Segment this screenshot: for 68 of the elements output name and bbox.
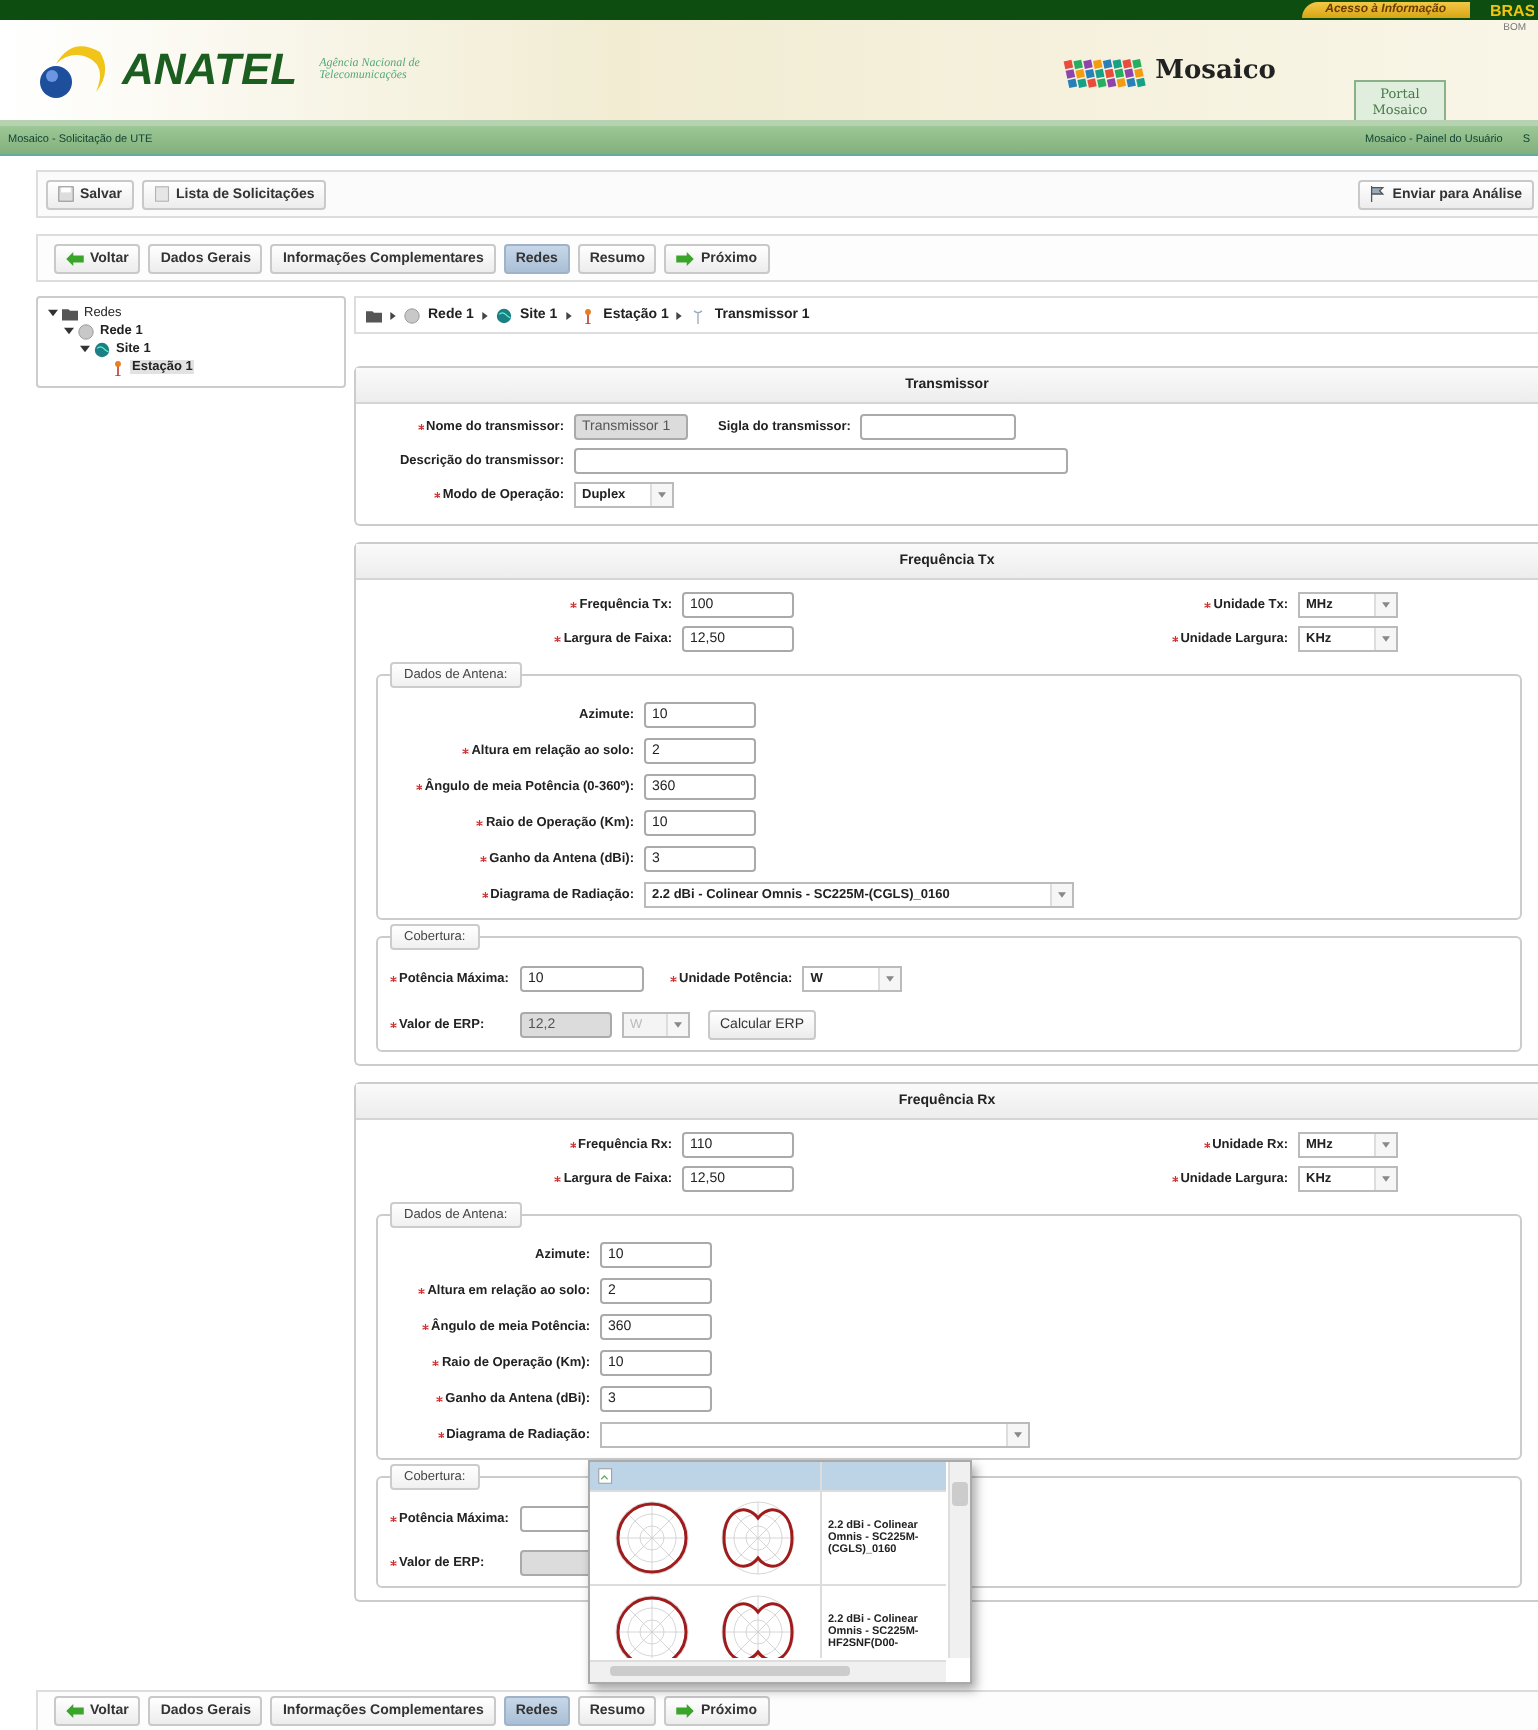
required-icon (390, 1021, 397, 1029)
right-arrow-icon (676, 1704, 695, 1718)
chevron-icon (481, 311, 488, 319)
caret-icon (1382, 1176, 1390, 1182)
required-icon (554, 1175, 562, 1183)
country-label: BRAS (1490, 1, 1534, 19)
required-icon (415, 783, 423, 791)
required-icon (422, 1323, 430, 1331)
required-icon (437, 1431, 445, 1439)
folder-icon (366, 307, 382, 323)
caret-icon (658, 492, 666, 498)
transmitter-icon (690, 307, 707, 323)
globe-icon (495, 307, 512, 323)
globe-icon (404, 307, 420, 323)
polar-plot-drawing (718, 1498, 799, 1578)
polar-plot-drawing (611, 1498, 692, 1578)
required-icon (1203, 1141, 1211, 1149)
required-icon (481, 891, 489, 899)
document-icon (154, 186, 171, 202)
required-icon (476, 819, 484, 827)
broken-image-icon (598, 1468, 614, 1484)
vertical-scrollbar[interactable] (948, 1462, 970, 1658)
required-icon (569, 1141, 577, 1149)
expand-arrow-icon[interactable] (48, 308, 58, 318)
caret-icon (1014, 1432, 1022, 1438)
select-field[interactable] (600, 1422, 1030, 1448)
required-icon (1171, 1175, 1179, 1183)
chevron-icon (565, 311, 572, 319)
caret-icon (1058, 892, 1066, 898)
expand-arrow-icon[interactable] (64, 326, 74, 336)
required-icon (554, 635, 562, 643)
caret-icon (886, 976, 895, 982)
antenna-icon (579, 307, 596, 323)
right-arrow-icon (676, 251, 695, 265)
polar-plot-drawing (611, 1592, 692, 1658)
caret-icon (1382, 1142, 1390, 1148)
required-icon (1204, 601, 1212, 609)
text-field[interactable] (574, 448, 1068, 474)
polar-plot-drawing (718, 1592, 799, 1658)
required-icon (433, 491, 441, 499)
chevron-icon (676, 311, 683, 319)
required-icon (436, 1395, 444, 1403)
required-icon (390, 1559, 397, 1567)
app-title: Mosaico (1155, 55, 1276, 85)
floppy-icon (58, 186, 74, 202)
required-icon (670, 975, 677, 983)
required-icon (418, 1287, 426, 1295)
antenna-icon (110, 359, 126, 375)
required-icon (432, 1359, 440, 1367)
caret-icon (674, 1022, 682, 1028)
required-icon (390, 975, 397, 983)
required-icon (1171, 635, 1179, 643)
caret-icon (1382, 602, 1390, 608)
required-icon (570, 601, 578, 609)
required-icon (462, 747, 470, 755)
chevron-icon (390, 311, 396, 319)
required-icon (390, 1515, 397, 1523)
left-arrow-icon (66, 1704, 84, 1718)
required-icon (480, 855, 488, 863)
left-arrow-icon (66, 251, 84, 265)
text-field[interactable] (860, 414, 1017, 440)
horizontal-scrollbar[interactable] (590, 1660, 946, 1682)
folder-icon (62, 305, 78, 321)
caret-icon (1382, 636, 1390, 642)
flag-icon (1370, 186, 1387, 202)
required-icon (417, 423, 424, 431)
logo-wordmark: ANATEL (122, 44, 298, 96)
expand-arrow-icon[interactable] (80, 344, 90, 354)
